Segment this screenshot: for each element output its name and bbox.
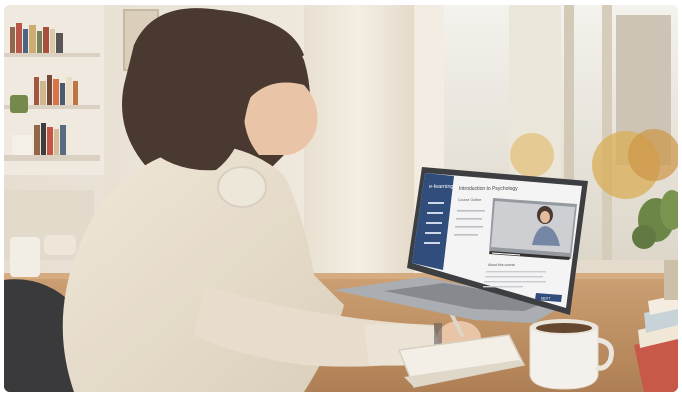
photo-frame: e-learning Introduction to Psychology Co… xyxy=(4,5,678,392)
scene-photo: e-learning Introduction to Psychology Co… xyxy=(4,5,678,392)
